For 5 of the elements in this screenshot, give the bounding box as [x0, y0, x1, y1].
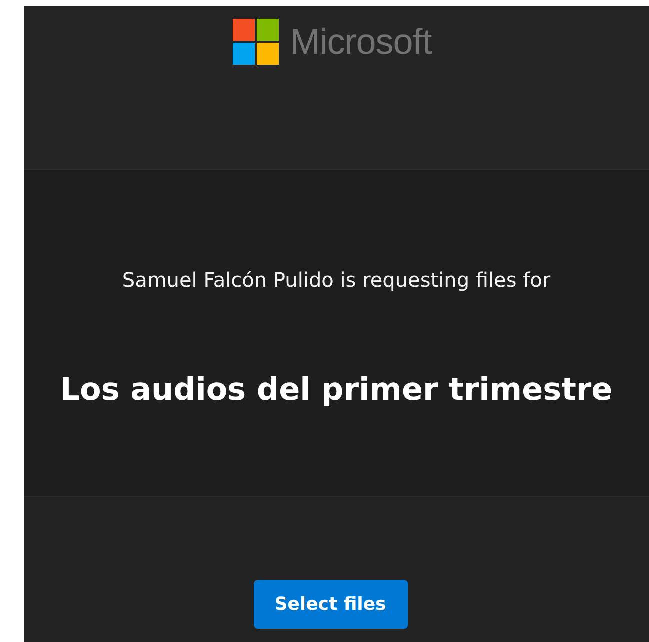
- select-files-button[interactable]: Select files: [254, 580, 408, 629]
- request-title: Los audios del primer trimestre: [60, 372, 613, 408]
- brand-name: Microsoft: [290, 21, 432, 63]
- requester-text: Samuel Falcón Pulido is requesting files for: [122, 268, 551, 292]
- microsoft-logo-icon: [233, 19, 280, 65]
